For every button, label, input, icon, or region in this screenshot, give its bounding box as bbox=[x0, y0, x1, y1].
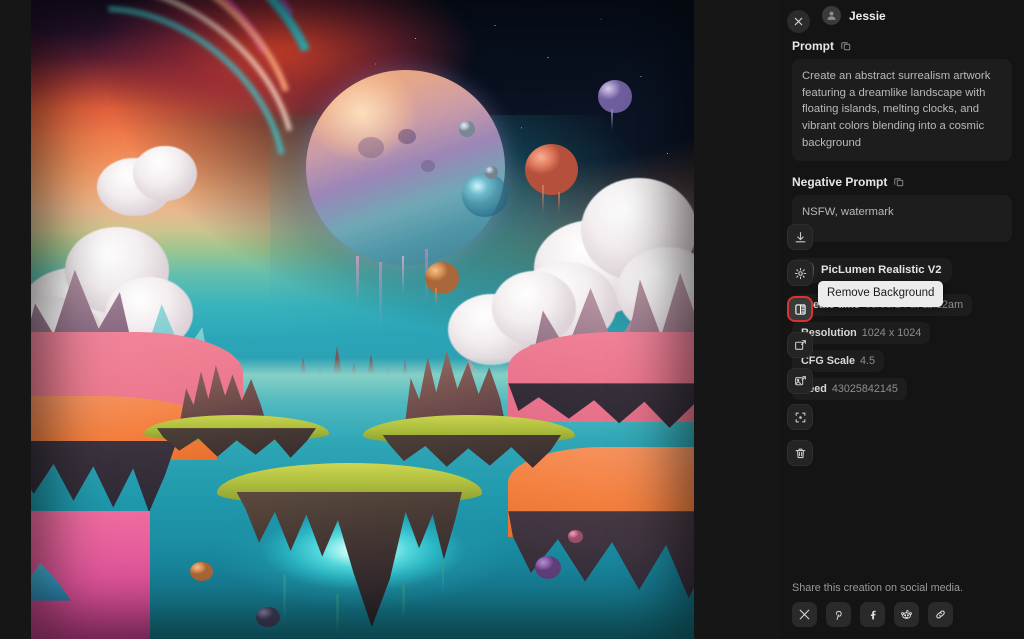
negative-prompt-textbox[interactable]: NSFW, watermark bbox=[792, 194, 1012, 242]
metadata-list: Create time03/09/24 at 11:12am Resolutio… bbox=[792, 293, 1012, 400]
tooltip-remove-background: Remove Background bbox=[818, 281, 944, 307]
prompt-textbox[interactable]: Create an abstract surrealism artwork fe… bbox=[792, 59, 1012, 161]
art-planet-tiny-1 bbox=[458, 121, 475, 137]
user-row[interactable]: Jessie bbox=[822, 0, 1012, 25]
image-detail-window: Remove Background Jessie Prompt Create a… bbox=[0, 0, 1024, 639]
share-buttons bbox=[792, 602, 1012, 627]
share-reddit-icon[interactable] bbox=[894, 602, 919, 627]
copy-icon[interactable] bbox=[893, 176, 905, 188]
art-planet-amber bbox=[425, 261, 459, 294]
expand-icon[interactable] bbox=[787, 404, 813, 430]
remove-background-icon[interactable] bbox=[787, 296, 813, 322]
art-orb-violet-water bbox=[534, 555, 562, 579]
upscale-icon[interactable] bbox=[787, 332, 813, 358]
edit-image-icon[interactable] bbox=[787, 368, 813, 394]
metadata-row: Resolution 1024 x 1024 CFG Scale 4.5 bbox=[792, 321, 1012, 372]
share-section: Share this creation on social media. bbox=[792, 582, 1012, 627]
model-chip[interactable]: PicLumen Realistic V2 bbox=[792, 257, 952, 283]
image-action-toolbar bbox=[787, 224, 813, 466]
download-icon[interactable] bbox=[787, 224, 813, 250]
negative-prompt-label-row: Negative Prompt bbox=[792, 175, 1012, 189]
metadata-row: Seed 43025842145 bbox=[792, 377, 1012, 400]
metadata-value: 43025842145 bbox=[831, 382, 898, 395]
share-label: Share this creation on social media. bbox=[792, 582, 964, 594]
enhance-sparkle-icon[interactable] bbox=[787, 260, 813, 286]
copy-icon[interactable] bbox=[840, 40, 852, 52]
close-icon[interactable] bbox=[787, 10, 810, 33]
art-planet-orange-right bbox=[524, 143, 578, 195]
model-name: PicLumen Realistic V2 bbox=[821, 264, 942, 277]
art-planet-drip-5 bbox=[541, 185, 544, 216]
share-copy-link-icon[interactable] bbox=[928, 602, 953, 627]
art-orb-amber-water bbox=[190, 562, 213, 582]
art-planet-drip-1 bbox=[355, 255, 359, 304]
metadata-value: 1024 x 1024 bbox=[861, 326, 922, 339]
metadata-value: 4.5 bbox=[860, 354, 876, 367]
username: Jessie bbox=[849, 8, 886, 23]
detail-panel: Jessie Prompt Create an abstract surreal… bbox=[780, 0, 1024, 639]
delete-trash-icon[interactable] bbox=[787, 440, 813, 466]
art-planet-main bbox=[306, 70, 506, 266]
share-facebook-icon[interactable] bbox=[860, 602, 885, 627]
prompt-label-row: Prompt bbox=[792, 39, 1012, 53]
art-orb-pink-water bbox=[568, 530, 583, 544]
image-stage bbox=[0, 0, 780, 639]
user-avatar-icon bbox=[822, 6, 841, 25]
negative-prompt-label: Negative Prompt bbox=[792, 174, 888, 189]
share-pinterest-icon[interactable] bbox=[826, 602, 851, 627]
share-x-icon[interactable] bbox=[792, 602, 817, 627]
prompt-label: Prompt bbox=[792, 39, 834, 53]
generated-artwork[interactable] bbox=[31, 0, 694, 639]
art-cloud-small-left bbox=[97, 141, 203, 230]
